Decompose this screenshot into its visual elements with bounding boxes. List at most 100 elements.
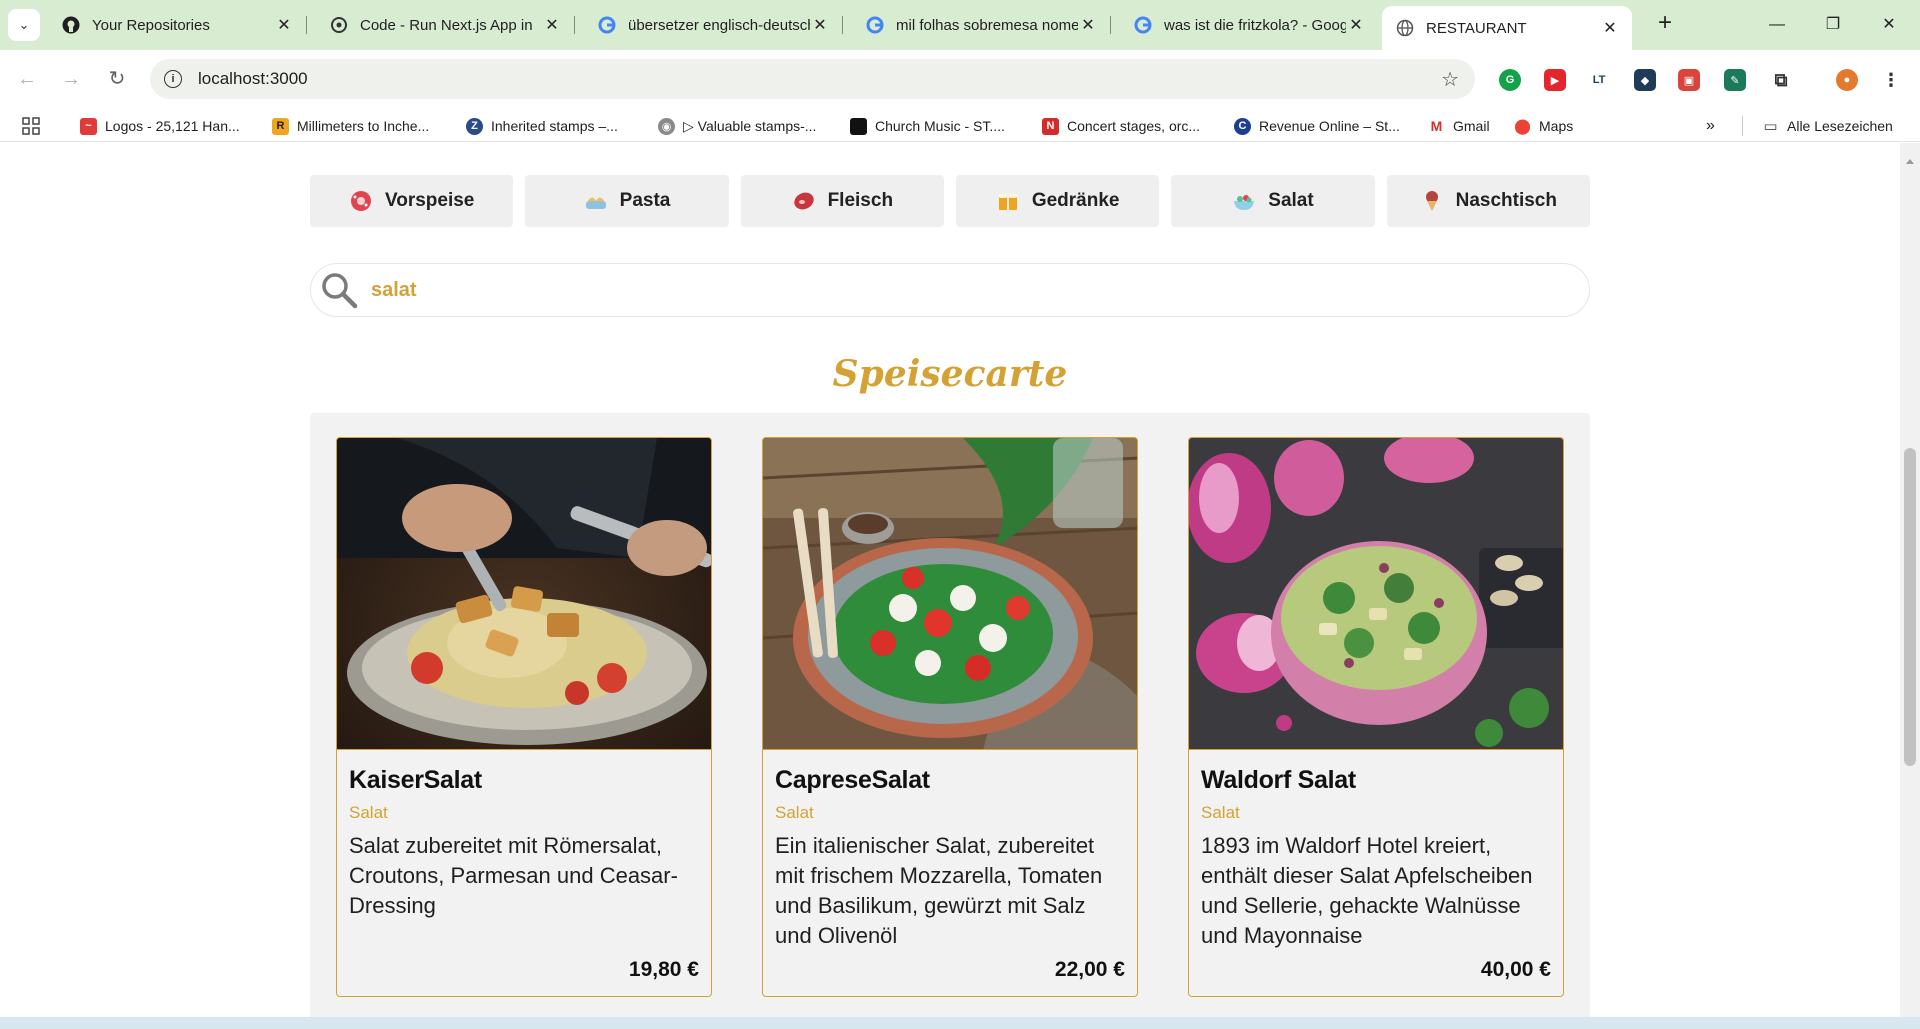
tab-uebersetzer[interactable]: übersetzer englisch-deutsch ✕: [584, 8, 843, 42]
tab-separator: [574, 16, 575, 34]
tab-title: Code - Run Next.js App in: [360, 16, 533, 34]
bookmark-maps[interactable]: ⬤ Maps: [1514, 115, 1573, 137]
category-button-salat[interactable]: Salat: [1171, 175, 1375, 227]
category-button-fleisch[interactable]: Fleisch: [740, 175, 944, 227]
menu-item-card[interactable]: Waldorf Salat Salat 1893 im Waldorf Hote…: [1188, 437, 1564, 997]
menu-title: Speisecarte: [832, 353, 1068, 395]
category-label: Naschtisch: [1455, 190, 1557, 211]
pen-extension-icon[interactable]: ✎: [1724, 69, 1746, 91]
tab-title: mil folhas sobremesa nome: [896, 16, 1078, 34]
bookmark-revenue-online[interactable]: C Revenue Online – St...: [1234, 115, 1400, 137]
address-bar[interactable]: i localhost:3000 ☆: [150, 59, 1475, 99]
close-tab-icon[interactable]: ✕: [1600, 18, 1620, 38]
bookmark-star-icon[interactable]: ☆: [1441, 67, 1459, 92]
tab-your-repositories[interactable]: Your Repositories ✕: [48, 8, 307, 42]
item-description: Ein italienischer Salat, zubereitet mit …: [775, 833, 1103, 948]
back-button[interactable]: ←: [12, 64, 42, 94]
category-label: Pasta: [619, 190, 671, 211]
browser-toolbar: ← → ↻ i localhost:3000 ☆: [0, 50, 1920, 108]
chatgpt-icon: [330, 16, 348, 34]
menu-grid: KaiserSalat Salat Salat zubereitet mit R…: [310, 413, 1590, 1017]
item-description: 1893 im Waldorf Hotel kreiert, enthält d…: [1201, 833, 1533, 948]
google-icon: [1134, 16, 1152, 34]
tab-title: übersetzer englisch-deutsch: [628, 16, 810, 34]
item-category: Salat: [775, 803, 814, 822]
reload-button[interactable]: ↻: [102, 64, 132, 94]
appetizer-icon: [349, 189, 373, 213]
bookmark-valuable-stamps[interactable]: ◉ ▷ Valuable stamps-...: [658, 115, 816, 137]
bookmark-millimeters[interactable]: R Millimeters to Inche...: [272, 115, 429, 137]
globe-icon: [1396, 19, 1414, 37]
close-tab-icon[interactable]: ✕: [810, 15, 830, 35]
pasta-icon: [584, 189, 608, 213]
window-bottom-edge: [0, 1017, 1920, 1029]
tab-separator: [306, 16, 307, 34]
page-scrollbar[interactable]: [1900, 143, 1920, 1017]
languagetool-icon[interactable]: LT: [1588, 69, 1610, 91]
bookmark-logos[interactable]: ~ Logos - 25,121 Han...: [80, 115, 240, 137]
scroll-up-arrow-icon[interactable]: [1906, 159, 1914, 164]
tab-mil-folhas[interactable]: mil folhas sobremesa nome ✕: [852, 8, 1111, 42]
all-bookmarks[interactable]: ▭ Alle Lesezeichen: [1762, 115, 1892, 137]
chili-icon: ~: [80, 117, 97, 135]
tab-restaurant[interactable]: RESTAURANT ✕: [1382, 6, 1632, 50]
bookmark-church-music[interactable]: Church Music - ST....: [850, 115, 1005, 137]
close-tab-icon[interactable]: ✕: [542, 15, 562, 35]
colorado-icon: C: [1234, 117, 1251, 135]
bookmark-gmail[interactable]: M Gmail: [1428, 115, 1490, 137]
dessert-icon: [1420, 189, 1444, 213]
url-text: localhost:3000: [198, 69, 308, 88]
chevron-down-icon: ⌄: [18, 17, 30, 32]
bookmark-concert-stages[interactable]: N Concert stages, orc...: [1042, 115, 1200, 137]
waldorf-salad-photo: [1189, 438, 1563, 750]
new-tab-button[interactable]: +: [1651, 10, 1679, 38]
site-info-icon[interactable]: i: [164, 70, 182, 88]
video-extension-icon[interactable]: ▶: [1544, 69, 1566, 91]
bookmark-label: Concert stages, orc...: [1067, 118, 1201, 134]
n-logo-icon: N: [1042, 117, 1059, 135]
extensions-puzzle-icon[interactable]: ⧉: [1770, 69, 1792, 91]
tab-title: was ist die fritzkola? - Goog: [1164, 16, 1346, 34]
image-extension-icon[interactable]: ▣: [1678, 69, 1700, 91]
minimize-button[interactable]: —: [1754, 10, 1800, 40]
more-bookmarks-icon[interactable]: »: [1706, 115, 1715, 137]
menu-item-card[interactable]: KaiserSalat Salat Salat zubereitet mit R…: [336, 437, 712, 997]
tab-strip: ⌄ Your Repositories ✕ Code - Run Next.js…: [0, 0, 1920, 50]
close-tab-icon[interactable]: ✕: [1078, 15, 1098, 35]
bookmark-inherited-stamps[interactable]: Z Inherited stamps –...: [466, 115, 618, 137]
menu-item-card[interactable]: CapreseSalat Salat Ein italienischer Sal…: [762, 437, 1138, 997]
restore-button[interactable]: ❐: [1810, 10, 1856, 40]
close-tab-icon[interactable]: ✕: [1346, 15, 1366, 35]
shield-extension-icon[interactable]: ◆: [1634, 69, 1656, 91]
github-icon: [62, 16, 80, 34]
tab-code-run-nextjs[interactable]: Code - Run Next.js App in ✕: [316, 8, 575, 42]
grammarly-icon[interactable]: G: [1499, 69, 1521, 91]
gmail-icon: M: [1428, 117, 1445, 135]
item-category: Salat: [1201, 803, 1240, 822]
forward-button[interactable]: →: [56, 64, 86, 94]
bookmark-label: Logos - 25,121 Han...: [105, 118, 240, 134]
scrollbar-thumb[interactable]: [1904, 448, 1916, 766]
apps-grid-icon[interactable]: [22, 115, 40, 137]
r-logo-icon: R: [272, 117, 289, 135]
category-button-pasta[interactable]: Pasta: [525, 175, 729, 227]
profile-avatar[interactable]: ●: [1836, 69, 1858, 91]
category-label: Salat: [1268, 190, 1314, 211]
item-name: KaiserSalat: [349, 766, 482, 794]
tab-fritzkola[interactable]: was ist die fritzkola? - Goog ✕: [1120, 8, 1378, 42]
tab-title: RESTAURANT: [1426, 19, 1527, 37]
category-label: Vorspeise: [384, 190, 475, 211]
category-button-vorspeise[interactable]: Vorspeise: [310, 175, 514, 227]
close-tab-icon[interactable]: ✕: [274, 15, 294, 35]
tab-search-button[interactable]: ⌄: [8, 9, 40, 41]
stamp-site-icon: Z: [466, 117, 483, 135]
page-viewport: Vorspeise Pasta Fleisch Gedränke Salat N…: [0, 143, 1920, 1017]
category-button-gedraenke[interactable]: Gedränke: [955, 175, 1160, 227]
category-button-naschtisch[interactable]: Naschtisch: [1386, 175, 1590, 227]
search-input[interactable]: [371, 278, 1471, 302]
item-price: 19,80 €: [628, 958, 699, 981]
browser-menu-icon[interactable]: ⋮: [1880, 69, 1902, 91]
item-price: 22,00 €: [1054, 958, 1125, 981]
close-window-button[interactable]: ✕: [1866, 10, 1912, 40]
bookmark-label: Revenue Online – St...: [1259, 118, 1400, 134]
